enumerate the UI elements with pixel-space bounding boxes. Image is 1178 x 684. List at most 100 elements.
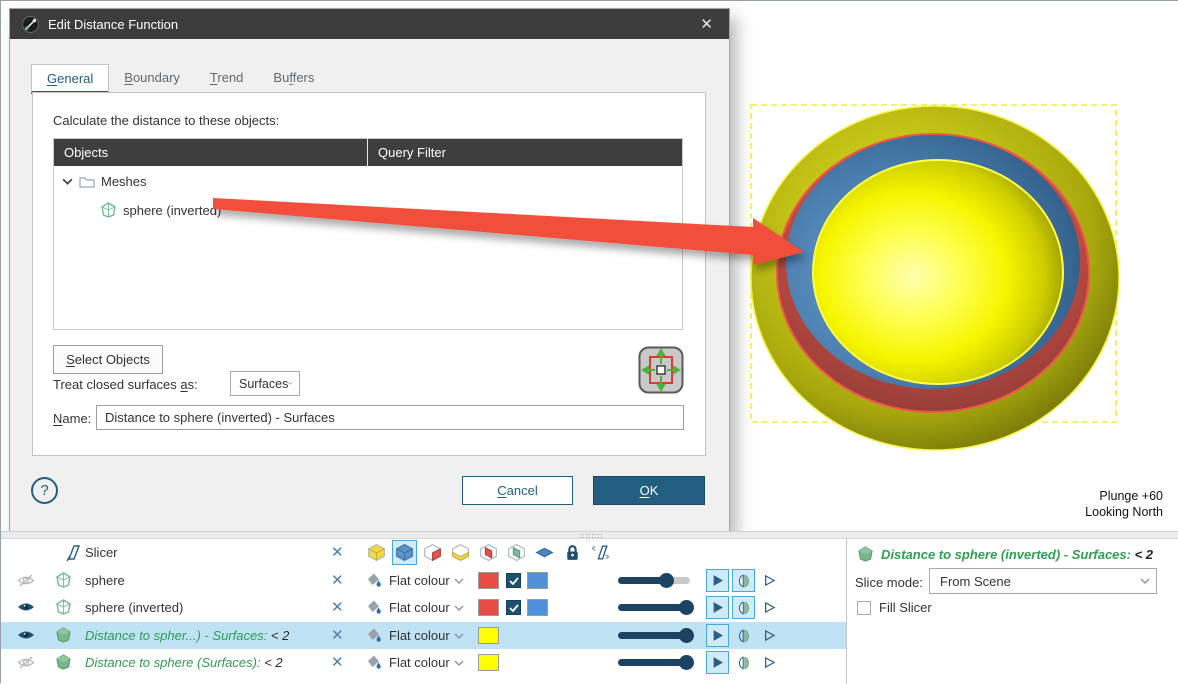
shape-row-sphere-inverted[interactable]: sphere (inverted) ✕ Flat colour [1,594,846,621]
slicer-tools [364,540,613,565]
remove-shape-button[interactable]: ✕ [331,626,344,644]
help-button[interactable]: ? [31,477,58,504]
fill-slicer-checkbox[interactable] [857,601,871,615]
visibility-visible-icon[interactable] [17,629,35,641]
render-solid-button-active[interactable] [706,624,729,647]
shape-row-sphere[interactable]: sphere ✕ Flat colour [1,567,846,594]
opacity-slider-handle[interactable] [659,573,674,588]
mesh-solid-icon [857,546,874,562]
shape-label: sphere (inverted) [85,600,183,615]
slice-tool-cube-solid-yellow[interactable] [364,540,389,565]
two-colour-checkbox-checked[interactable] [506,573,521,588]
opacity-slider[interactable] [618,632,690,639]
render-wireframe-button[interactable] [758,596,781,619]
chevron-down-icon[interactable] [454,605,464,612]
secondary-colour-swatch[interactable] [527,599,548,616]
visibility-hidden-icon[interactable] [17,656,35,669]
two-sided-surface-button-active[interactable] [732,596,755,619]
scene-move-widget-icon[interactable] [638,346,684,394]
tree-item-meshes[interactable]: Meshes [62,174,147,189]
slice-tool-cube-slab-yellow[interactable] [448,540,473,565]
dialog-titlebar[interactable]: Edit Distance Function ✕ [10,9,729,39]
visibility-visible-icon[interactable] [17,601,35,613]
remove-shape-button[interactable]: ✕ [331,571,344,589]
two-sided-surface-button-active[interactable] [732,569,755,592]
colour-swatch[interactable] [478,572,499,589]
chevron-down-icon [288,380,293,387]
lock-slicer-icon[interactable] [560,540,585,565]
shape-label-threshold: < 2 [267,628,289,643]
two-sided-surface-button[interactable] [732,651,755,674]
two-colour-checkbox-checked[interactable] [506,600,521,615]
tree-expander-icon[interactable] [62,178,73,186]
tab-boundary[interactable]: Boundary [109,63,195,93]
tree-item-sphere-inverted[interactable]: sphere (inverted) [100,202,221,218]
render-wireframe-button[interactable] [758,651,781,674]
shape-row-distance-to-sphere-surfaces[interactable]: Distance to sphere (Surfaces): < 2 ✕ Fla… [1,649,846,676]
objects-table: Objects Query Filter Meshes [53,138,683,330]
colour-swatch[interactable] [478,627,499,644]
render-wireframe-button[interactable] [758,624,781,647]
opacity-slider-handle[interactable] [679,600,694,615]
select-objects-button[interactable]: Select Objects [53,345,163,374]
general-tab-panel: Calculate the distance to these objects:… [32,92,706,456]
properties-title-threshold: < 2 [1131,547,1153,562]
application-window: Plunge +60 Looking North Edit Distance F… [0,0,1178,683]
colour-swatch[interactable] [478,599,499,616]
ok-button[interactable]: OK [593,476,705,505]
cancel-button[interactable]: Cancel [462,476,573,505]
paint-bucket-icon [364,654,383,671]
distance-function-icon [22,16,39,33]
fill-slicer-label: Fill Slicer [879,600,932,615]
tab-buffers[interactable]: Buffers [258,63,329,93]
slice-tool-cube-slice-green[interactable] [504,540,529,565]
opacity-slider-handle[interactable] [679,655,694,670]
render-wireframe-button[interactable] [758,569,781,592]
draw-slicer-icon[interactable] [588,540,613,565]
tree-label-meshes: Meshes [101,174,147,189]
remove-slicer-button[interactable]: ✕ [331,543,344,561]
display-style-value: Flat colour [389,600,450,615]
render-solid-button-active[interactable] [706,651,729,674]
render-solid-button-active[interactable] [706,569,729,592]
remove-shape-button[interactable]: ✕ [331,653,344,671]
slice-mode-select[interactable]: From Scene [929,568,1157,594]
folder-icon [79,175,95,188]
treat-closed-surfaces-select[interactable]: Surfaces [230,371,300,396]
tab-trend[interactable]: Trend [195,63,259,93]
secondary-colour-swatch[interactable] [527,572,548,589]
slice-tool-cube-slice-red[interactable] [476,540,501,565]
opacity-slider-handle[interactable] [679,628,694,643]
looking-text: Looking North [1085,504,1163,520]
chevron-down-icon[interactable] [454,660,464,667]
opacity-slider[interactable] [618,604,690,611]
two-sided-surface-button[interactable] [732,624,755,647]
paint-bucket-icon [364,627,383,644]
mesh-solid-icon [55,627,72,643]
tree-label-sphere-inverted: sphere (inverted) [123,203,221,218]
render-solid-button-active[interactable] [706,596,729,619]
dialog-tabs: General Boundary Trend Buffers [31,63,329,93]
visibility-hidden-icon[interactable] [17,574,35,587]
dialog-close-button[interactable]: ✕ [694,15,719,33]
chevron-down-icon[interactable] [454,578,464,585]
colour-swatch[interactable] [478,654,499,671]
slice-tool-cube-solid-blue-selected[interactable] [392,540,417,565]
opacity-slider[interactable] [618,659,690,666]
name-input[interactable] [96,405,684,430]
paint-bucket-icon [364,572,383,589]
shape-row-distance-to-sphere-inverted[interactable]: Distance to spher...) - Surfaces: < 2 ✕ … [1,622,846,649]
mesh-wireframe-icon [55,572,72,588]
dialog-title: Edit Distance Function [48,17,178,32]
properties-title: Distance to sphere (inverted) - Surfaces… [881,547,1131,562]
shape-label: Distance to sphere (Surfaces): [85,655,261,670]
tab-general[interactable]: General [31,64,109,94]
chevron-down-icon[interactable] [454,633,464,640]
slice-tool-cube-slab-red[interactable] [420,540,445,565]
panel-splitter[interactable] [1,531,1178,539]
slicer-row[interactable]: Slicer ✕ [1,539,846,566]
opacity-slider[interactable] [618,577,690,584]
slice-tool-plane-blue[interactable] [532,540,557,565]
remove-shape-button[interactable]: ✕ [331,598,344,616]
splitter-grip[interactable] [579,533,602,538]
